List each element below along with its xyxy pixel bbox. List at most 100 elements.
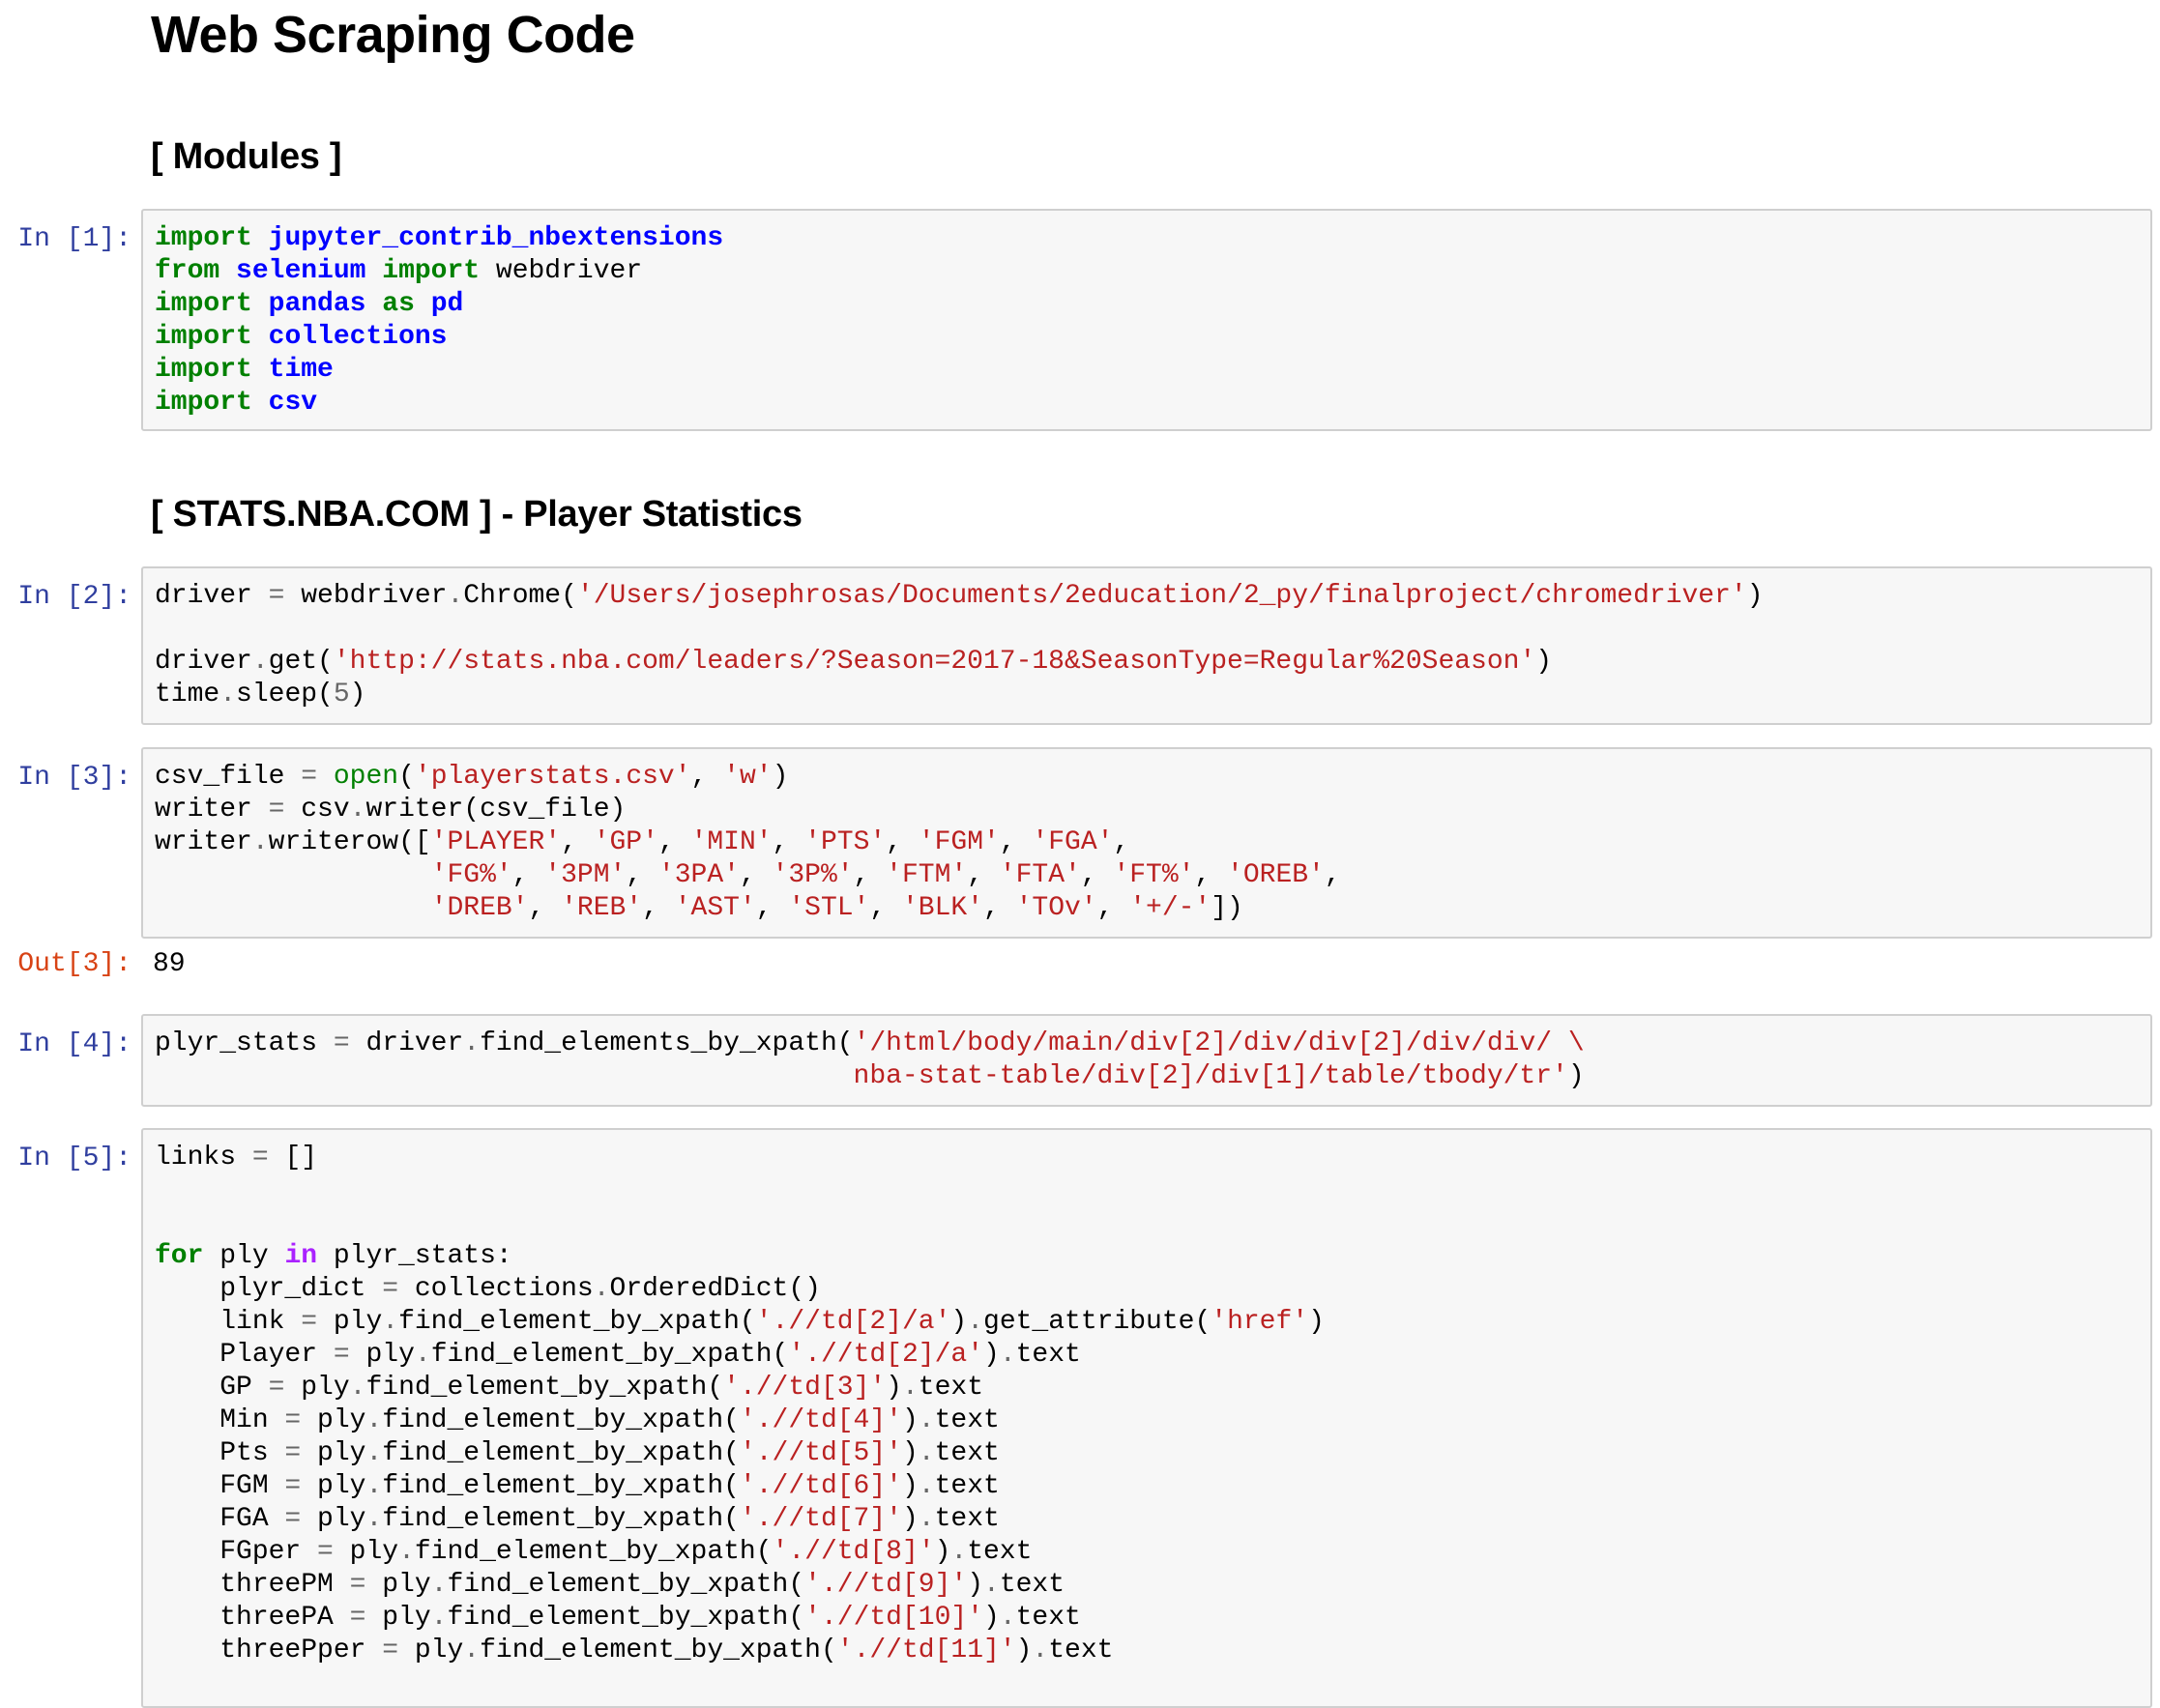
- code-token: (: [398, 762, 415, 792]
- code-token: 'href': [1211, 1307, 1309, 1337]
- code-token: .: [463, 1028, 481, 1058]
- code-editor-3[interactable]: csv_file = open('playerstats.csv', 'w') w…: [155, 761, 1341, 925]
- code-token: get(: [268, 647, 334, 677]
- code-token: './/td[11]': [836, 1636, 1016, 1665]
- code-token: text: [1015, 1603, 1081, 1633]
- input-prompt-1: In [1]:: [17, 224, 131, 254]
- code-token: =: [317, 1537, 334, 1567]
- code-editor-4[interactable]: plyr_stats = driver.find_elements_by_xpa…: [155, 1028, 1585, 1093]
- code-token: .: [967, 1307, 984, 1337]
- code-token: =: [333, 1340, 350, 1370]
- code-token: collections: [268, 322, 448, 352]
- code-token: find_element_by_xpath(: [414, 1537, 773, 1567]
- code-token: webdriver: [284, 581, 448, 611]
- code-token: ply: [284, 1373, 350, 1403]
- code-line: import time: [155, 354, 723, 387]
- code-token: .: [593, 1274, 610, 1304]
- code-token: text: [999, 1570, 1065, 1600]
- code-token: 'w': [723, 762, 773, 792]
- output-value-3: 89: [153, 949, 186, 979]
- code-token: ): [983, 1603, 1000, 1633]
- code-cell-4[interactable]: plyr_stats = driver.find_elements_by_xpa…: [141, 1014, 2152, 1107]
- section-heading-player-statistics: [ STATS.NBA.COM ] - Player Statistics: [151, 494, 803, 535]
- code-token: .: [251, 827, 269, 857]
- code-token: 'STL': [788, 893, 870, 923]
- code-line: import csv: [155, 387, 723, 420]
- code-line: import pandas as pd: [155, 288, 723, 321]
- code-cell-5[interactable]: links = [] for ply in plyr_stats: plyr_d…: [141, 1128, 2152, 1708]
- code-token: './/td[9]': [804, 1570, 968, 1600]
- code-line: FGM = ply.find_element_by_xpath('.//td[6…: [155, 1470, 1325, 1503]
- code-editor-1[interactable]: import jupyter_contrib_nbextensions from …: [155, 222, 723, 420]
- code-token: ply: [301, 1405, 366, 1435]
- code-token: ,: [869, 893, 902, 923]
- code-token: .: [365, 1471, 383, 1501]
- code-token: []: [268, 1143, 318, 1172]
- code-token: =: [301, 762, 318, 792]
- code-token: './/td[6]': [739, 1471, 902, 1501]
- code-token: writer(csv_file): [365, 795, 627, 825]
- code-token: selenium: [236, 256, 366, 286]
- code-token: import: [155, 388, 252, 418]
- code-token: ,: [528, 893, 562, 923]
- code-token: .: [447, 581, 464, 611]
- code-token: csv_file: [155, 762, 302, 792]
- code-token: get_attribute(: [983, 1307, 1211, 1337]
- input-prompt-2: In [2]:: [17, 582, 131, 612]
- code-token: .: [950, 1537, 968, 1567]
- code-token: time: [268, 355, 334, 385]
- code-token: .: [918, 1504, 935, 1534]
- code-token: 'TOv': [1015, 893, 1097, 923]
- section-heading-modules: [ Modules ]: [151, 136, 342, 177]
- code-token: .: [430, 1570, 448, 1600]
- input-prompt-3: In [3]:: [17, 763, 131, 793]
- code-line: from selenium import webdriver: [155, 255, 723, 288]
- code-token: 'AST': [674, 893, 756, 923]
- code-token: ply: [365, 1570, 431, 1600]
- code-line: driver = webdriver.Chrome('/Users/joseph…: [155, 580, 1764, 613]
- code-token: 'REB': [561, 893, 643, 923]
- code-cell-3[interactable]: csv_file = open('playerstats.csv', 'w') w…: [141, 747, 2152, 939]
- code-token: find_element_by_xpath(: [365, 1373, 724, 1403]
- code-token: '3PM': [544, 860, 627, 890]
- code-token: ply: [301, 1471, 366, 1501]
- code-token: driver: [155, 581, 269, 611]
- input-prompt-4: In [4]:: [17, 1029, 131, 1059]
- code-token: ,: [853, 860, 887, 890]
- output-prompt-3: Out[3]:: [17, 949, 131, 979]
- code-editor-5[interactable]: links = [] for ply in plyr_stats: plyr_d…: [155, 1142, 1325, 1667]
- code-token: writer: [155, 827, 252, 857]
- code-token: './/td[2]/a': [755, 1307, 951, 1337]
- code-token: 'OREB': [1227, 860, 1325, 890]
- code-token: writer: [155, 795, 269, 825]
- code-token: text: [967, 1537, 1033, 1567]
- code-token: 'BLK': [901, 893, 983, 923]
- code-line: Min = ply.find_element_by_xpath('.//td[4…: [155, 1404, 1325, 1437]
- code-token: pd: [430, 289, 464, 319]
- code-token: ): [901, 1504, 919, 1534]
- code-token: './/td[2]/a': [788, 1340, 983, 1370]
- code-token: .: [349, 1373, 366, 1403]
- code-token: in: [284, 1241, 318, 1271]
- code-token: 'PLAYER': [430, 827, 562, 857]
- code-line: plyr_dict = collections.OrderedDict(): [155, 1273, 1325, 1306]
- code-editor-2[interactable]: driver = webdriver.Chrome('/Users/joseph…: [155, 580, 1764, 711]
- code-token: ,: [1324, 860, 1341, 890]
- code-token: ,: [561, 827, 594, 857]
- code-cell-2[interactable]: driver = webdriver.Chrome('/Users/joseph…: [141, 566, 2152, 725]
- code-token: plyr_stats: [155, 1028, 334, 1058]
- code-token: find_element_by_xpath(: [447, 1570, 805, 1600]
- code-token: 'GP': [593, 827, 658, 857]
- code-token: from: [155, 256, 220, 286]
- code-token: link: [155, 1307, 302, 1337]
- code-token: ): [1535, 647, 1553, 677]
- code-token: 'http://stats.nba.com/leaders/?Season=20…: [333, 647, 1536, 677]
- code-cell-1[interactable]: import jupyter_contrib_nbextensions from …: [141, 209, 2152, 431]
- code-token: ): [349, 680, 366, 709]
- code-token: =: [284, 1471, 302, 1501]
